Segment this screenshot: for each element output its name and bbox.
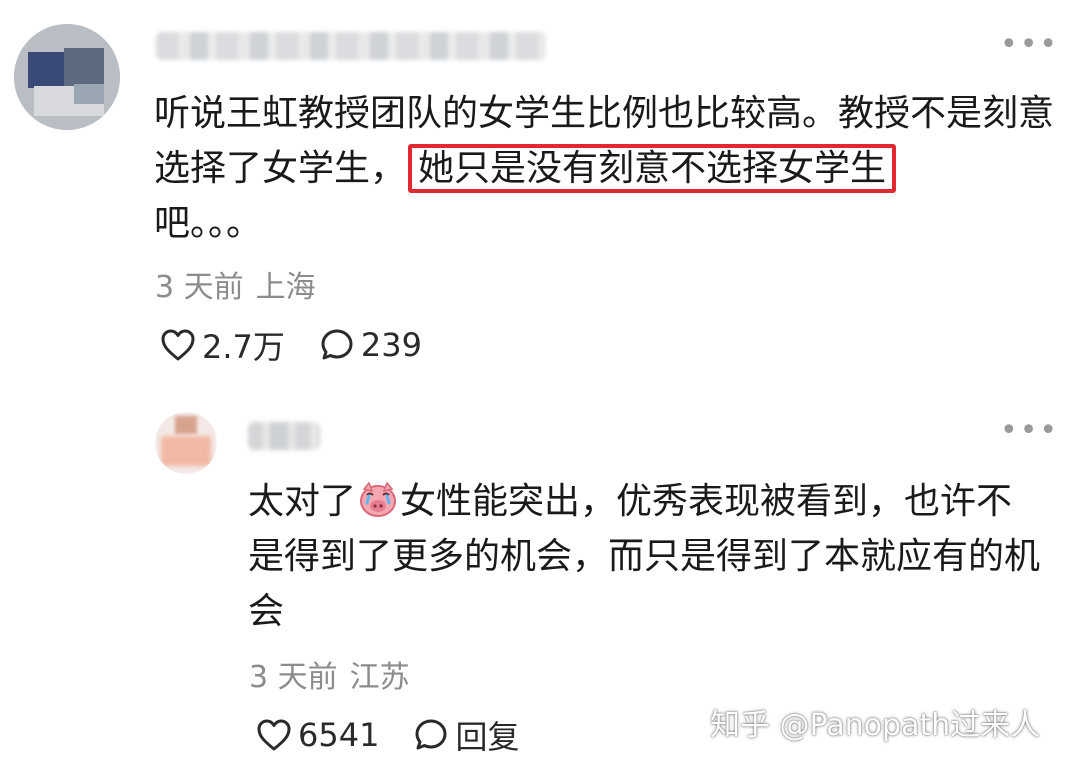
reply-text: 太对了 女性能突出，优秀表现被看到，也许不是得到了更多的机会，而只是得到了本就应… [248,474,1048,639]
comment-meta: 3 天前 上海 [155,262,316,306]
comment-bubble-icon [321,329,353,360]
reply-count: 239 [360,326,422,364]
reply-more-options-icon[interactable]: ••• [1000,416,1059,446]
comment-text-end: 吧。。。 [154,203,263,244]
comment-location: 上海 [255,270,316,305]
reply-button[interactable]: 回复 [413,712,519,758]
reply-text-part1: 太对了 [248,481,357,522]
commenter-name-blurred[interactable] [156,32,546,60]
commenter-avatar[interactable] [14,24,120,130]
comment-time: 3 天前 [155,270,244,305]
more-options-icon[interactable]: ••• [1000,30,1059,60]
reply-count-button[interactable]: 239 [319,326,422,364]
reply-like-count: 6541 [298,716,380,754]
reply-like-button[interactable]: 6541 [256,716,379,754]
reply-button-label: 回复 [455,718,520,756]
comment-text: 听说王虹教授团队的女学生比例也比较高。教授不是刻意选择了女学生， 她只是没有刻意不… [154,86,1054,251]
reply-time: 3 天前 [249,660,338,695]
like-count: 2.7万 [202,328,285,366]
heart-icon [161,329,195,361]
reply-meta: 3 天前 江苏 [249,652,410,696]
crying-pig-emoji-icon [358,479,398,519]
watermark: 知乎 @Panopath过来人 [710,708,1041,743]
reply-location: 江苏 [349,660,410,695]
highlighted-text: 她只是没有刻意不选择女学生 [408,144,897,193]
replier-name-blurred[interactable] [248,422,320,450]
heart-icon [257,719,291,751]
comment-bubble-icon [415,719,447,750]
like-button[interactable]: 2.7万 [160,322,285,368]
comment-actions: 2.7万 239 [160,322,422,368]
replier-avatar[interactable] [155,412,217,474]
reply-actions: 6541 回复 [256,712,519,758]
